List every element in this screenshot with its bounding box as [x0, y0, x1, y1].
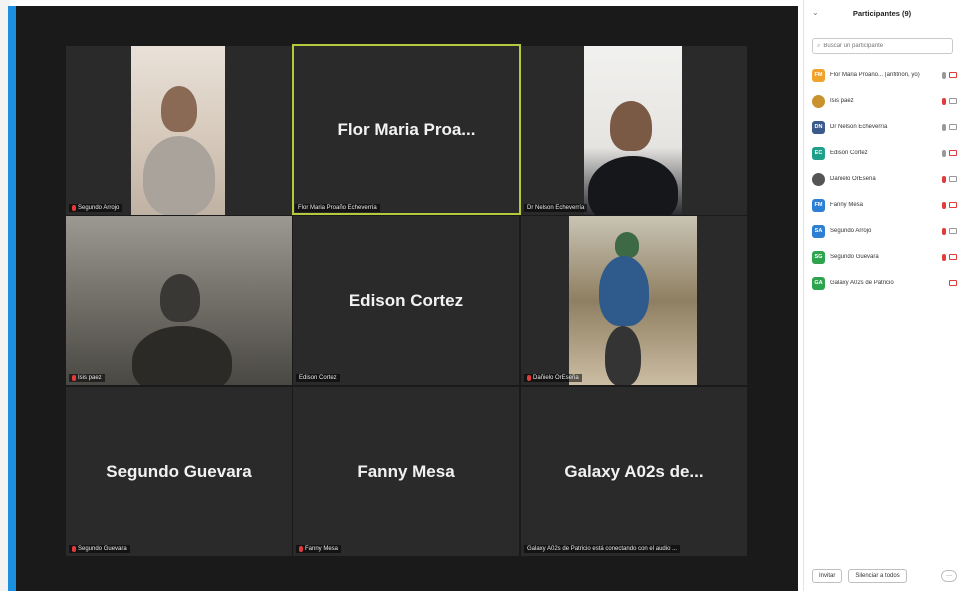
search-input[interactable] [823, 43, 944, 49]
camera-icon[interactable] [949, 97, 957, 104]
tile-name-label: Dañielo OrEseña [524, 374, 582, 382]
participant-row[interactable]: GA Galaxy A02s de Patricio [812, 270, 957, 296]
tile-name-label: Segundo Arrojo [69, 204, 123, 212]
participant-name: Segundo Guevara [830, 254, 879, 260]
camera-off-icon[interactable] [949, 253, 957, 260]
participant-row[interactable]: SG Segundo Guevara [812, 244, 957, 270]
mic-muted-icon [527, 375, 531, 381]
mic-muted-icon[interactable] [942, 175, 946, 183]
avatar: SA [812, 224, 825, 238]
participant-name: Flor Maria Proaño... (anfitrión, yo) [830, 72, 920, 78]
mic-muted-icon [72, 546, 76, 552]
participant-name: Dañielo OrEseña [830, 176, 876, 182]
avatar: SG [812, 250, 825, 264]
participant-name: Isis paez [830, 98, 854, 104]
mic-icon[interactable] [942, 149, 946, 157]
participant-display-name: Segundo Guevara [106, 461, 252, 481]
mic-icon[interactable] [942, 71, 946, 79]
tile-name-label: Segundo Guevara [69, 545, 130, 553]
participant-row[interactable]: DN Dr Nelson Echeverría [812, 114, 957, 140]
participant-row[interactable]: EC Edison Cortez [812, 140, 957, 166]
mic-icon[interactable] [942, 123, 946, 131]
avatar: GA [812, 276, 825, 290]
participant-row[interactable]: Dañielo OrEseña [812, 166, 957, 192]
panel-header: ⌄ Participantes (9) [804, 6, 959, 26]
search-icon: ⌕ [817, 42, 821, 49]
video-tile[interactable]: Dañielo OrEseña [521, 216, 747, 385]
camera-icon[interactable] [949, 123, 957, 130]
panel-footer: Invitar Silenciar a todos ··· [812, 569, 957, 583]
participant-search[interactable]: ⌕ [812, 38, 953, 54]
tile-name-label: Galaxy A02s de Patricio está conectando … [524, 545, 681, 553]
video-tile-active-speaker[interactable]: Flor Maria Proa... Flor Maria Proaño Ech… [292, 44, 521, 215]
participant-name: Edison Cortez [830, 150, 868, 156]
participant-name: Dr Nelson Echeverría [830, 124, 888, 130]
mic-muted-icon[interactable] [942, 201, 946, 209]
participant-row[interactable]: SA Segundo Arrojo [812, 218, 957, 244]
mic-muted-icon[interactable] [942, 97, 946, 105]
participant-display-name: Edison Cortez [348, 290, 464, 310]
participant-display-name: Galaxy A02s de... [564, 461, 704, 481]
meeting-video-area: Segundo Arrojo Flor Maria Proa... Flor M… [16, 6, 798, 591]
participant-row[interactable]: Isis paez [812, 88, 957, 114]
participant-row[interactable]: FM Fanny Mesa [812, 192, 957, 218]
avatar: FM [812, 68, 825, 82]
participant-row[interactable]: FM Flor Maria Proaño... (anfitrión, yo) [812, 62, 957, 88]
avatar: DN [812, 120, 825, 134]
mic-muted-icon [72, 205, 76, 211]
camera-off-icon[interactable] [949, 149, 957, 156]
video-tile[interactable]: Edison Cortez Edison Cortez [293, 216, 519, 385]
participants-panel: ⌄ Participantes (9) ⌕ FM Flor Maria Proa… [803, 0, 959, 591]
tile-name-label: Fanny Mesa [296, 545, 342, 553]
mic-muted-icon[interactable] [942, 227, 946, 235]
tile-name-label: Edison Cortez [296, 374, 340, 382]
tile-name-label: Flor Maria Proaño Echeverría [295, 204, 380, 212]
participant-video [131, 46, 225, 215]
camera-icon[interactable] [949, 175, 957, 182]
avatar: EC [812, 146, 825, 160]
avatar: FM [812, 198, 825, 212]
mute-all-button[interactable]: Silenciar a todos [848, 569, 907, 583]
mic-muted-icon[interactable] [942, 253, 946, 261]
video-tile[interactable]: Galaxy A02s de... Galaxy A02s de Patrici… [521, 387, 747, 556]
tile-name-label: Isis paez [69, 374, 105, 382]
window-accent-bar [8, 6, 16, 591]
camera-off-icon[interactable] [949, 71, 957, 78]
participant-display-name: Fanny Mesa [357, 461, 455, 481]
participant-name: Segundo Arrojo [830, 228, 872, 234]
mic-muted-icon [72, 375, 76, 381]
panel-title: Participantes (9) [852, 9, 912, 18]
invite-button[interactable]: Invitar [812, 569, 843, 583]
video-tile[interactable]: Isis paez [66, 216, 292, 385]
participant-name: Fanny Mesa [830, 202, 864, 208]
participant-video [584, 46, 682, 215]
participant-list: FM Flor Maria Proaño... (anfitrión, yo) … [812, 62, 957, 296]
video-tile[interactable]: Fanny Mesa Fanny Mesa [293, 387, 519, 556]
camera-off-icon[interactable] [949, 201, 957, 208]
camera-icon[interactable] [949, 227, 957, 234]
avatar-photo [812, 94, 825, 108]
camera-off-icon[interactable] [949, 280, 957, 286]
participant-name: Galaxy A02s de Patricio [830, 280, 894, 286]
mic-muted-icon [299, 546, 303, 552]
video-tile[interactable]: Segundo Guevara Segundo Guevara [66, 387, 292, 556]
avatar-photo [812, 172, 825, 186]
video-tile[interactable]: Segundo Arrojo [66, 46, 292, 215]
participant-video [66, 216, 292, 385]
more-options-button[interactable]: ··· [941, 570, 957, 582]
participant-video [569, 216, 697, 385]
tile-name-label: Dr Nelson Echeverría [524, 204, 588, 212]
video-tile[interactable]: Dr Nelson Echeverría [521, 46, 747, 215]
participant-display-name: Flor Maria Proa... [337, 119, 476, 139]
